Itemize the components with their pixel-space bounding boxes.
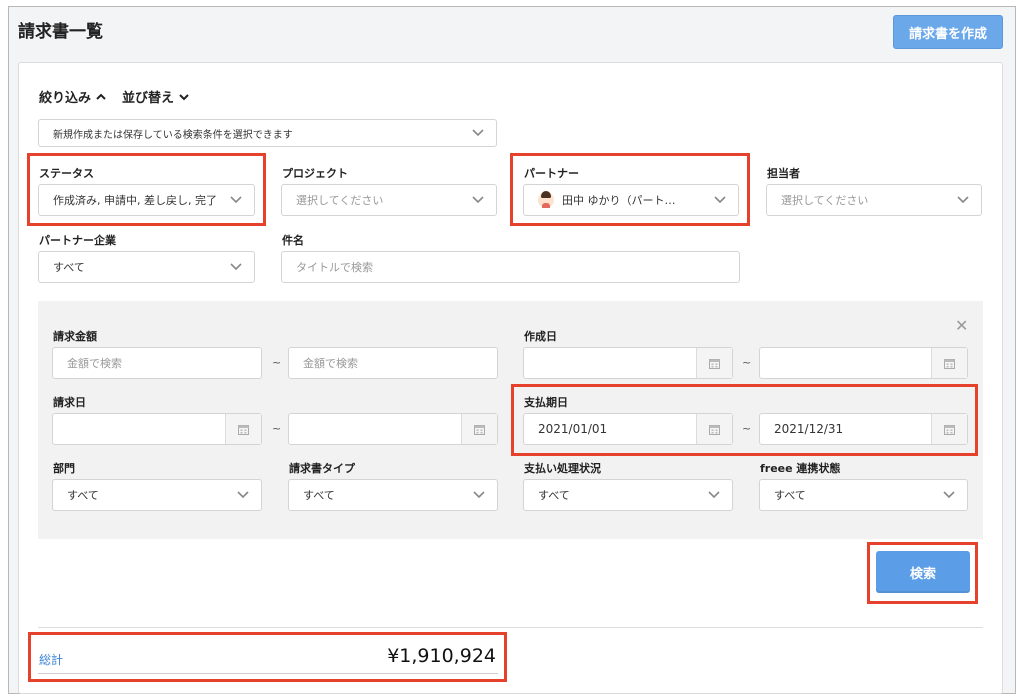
- invoice-date-label: 請求日: [53, 396, 86, 409]
- partner-company-label: パートナー企業: [39, 234, 116, 247]
- divider: [38, 627, 983, 628]
- subject-placeholder: タイトルで検索: [296, 261, 373, 274]
- amount-to-placeholder: 金額で検索: [303, 357, 358, 370]
- close-icon[interactable]: ✕: [955, 316, 968, 335]
- partner-company-value: すべて: [53, 261, 85, 274]
- payment-status-label: 支払い処理状況: [524, 462, 601, 475]
- amount-label: 請求金額: [53, 330, 97, 343]
- search-button[interactable]: 検索: [876, 551, 970, 593]
- due-date-to-value: 2021/12/31: [774, 422, 844, 436]
- chevron-down-icon: [472, 129, 484, 137]
- due-date-from-value: 2021/01/01: [538, 422, 608, 436]
- sort-toggle[interactable]: 並び替え: [122, 87, 190, 106]
- assignee-label: 担当者: [767, 167, 800, 180]
- freee-status-label: freee 連携状態: [760, 462, 841, 475]
- chevron-up-icon: [96, 93, 106, 100]
- chevron-down-icon: [708, 491, 720, 499]
- created-date-label: 作成日: [524, 330, 557, 343]
- calendar-icon[interactable]: [931, 348, 967, 378]
- calendar-icon[interactable]: [931, 414, 967, 444]
- chevron-down-icon: [957, 196, 969, 204]
- subject-label: 件名: [282, 234, 304, 247]
- department-select[interactable]: すべて: [52, 479, 262, 511]
- avatar: [538, 191, 554, 208]
- status-label: ステータス: [39, 167, 94, 180]
- payment-status-value: すべて: [538, 489, 570, 502]
- due-date-from-input[interactable]: 2021/01/01: [523, 413, 733, 445]
- assignee-placeholder: 選択してください: [781, 194, 869, 207]
- range-tilde: ~: [742, 422, 752, 435]
- chevron-down-icon: [230, 196, 242, 204]
- range-tilde: ~: [272, 422, 282, 435]
- due-date-label: 支払期日: [524, 396, 568, 409]
- project-placeholder: 選択してください: [296, 194, 384, 207]
- total-link[interactable]: 総計: [39, 651, 63, 668]
- saved-conditions-text: 新規作成または保存している検索条件を選択できます: [53, 129, 293, 141]
- calendar-icon[interactable]: [461, 414, 497, 444]
- calendar-icon[interactable]: [696, 348, 732, 378]
- calendar-icon[interactable]: [225, 414, 261, 444]
- narrow-toggle[interactable]: 絞り込み: [39, 87, 107, 106]
- total-underline: [38, 673, 498, 674]
- payment-status-select[interactable]: すべて: [523, 479, 733, 511]
- invoice-date-to-input[interactable]: [288, 413, 498, 445]
- chevron-down-icon: [230, 263, 242, 271]
- partner-select[interactable]: 田中 ゆかり（パート…: [523, 184, 739, 216]
- status-value: 作成済み, 申請中, 差し戻し, 完了: [53, 194, 217, 207]
- status-select[interactable]: 作成済み, 申請中, 差し戻し, 完了: [38, 184, 255, 216]
- partner-company-select[interactable]: すべて: [38, 251, 255, 283]
- chevron-down-icon: [943, 491, 955, 499]
- page-title: 請求書一覧: [18, 22, 103, 42]
- department-label: 部門: [53, 462, 75, 475]
- due-date-to-input[interactable]: 2021/12/31: [759, 413, 968, 445]
- department-value: すべて: [67, 489, 99, 502]
- amount-to-input[interactable]: 金額で検索: [288, 347, 498, 379]
- chevron-down-icon: [237, 491, 249, 499]
- amount-from-input[interactable]: 金額で検索: [52, 347, 262, 379]
- partner-label: パートナー: [524, 167, 579, 180]
- chevron-down-icon: [473, 491, 485, 499]
- subject-search-input[interactable]: タイトルで検索: [281, 251, 740, 283]
- invoice-date-from-input[interactable]: [52, 413, 262, 445]
- amount-from-placeholder: 金額で検索: [67, 357, 122, 370]
- created-date-from-input[interactable]: [523, 347, 733, 379]
- create-invoice-button[interactable]: 請求書を作成: [893, 15, 1003, 49]
- created-date-to-input[interactable]: [759, 347, 968, 379]
- range-tilde: ~: [272, 356, 282, 369]
- invoice-type-value: すべて: [303, 489, 335, 502]
- range-tilde: ~: [742, 356, 752, 369]
- chevron-down-icon: [472, 196, 484, 204]
- invoice-type-select[interactable]: すべて: [288, 479, 498, 511]
- freee-status-select[interactable]: すべて: [759, 479, 968, 511]
- assignee-select[interactable]: 選択してください: [766, 184, 982, 216]
- project-label: プロジェクト: [282, 167, 348, 180]
- chevron-down-icon: [714, 196, 726, 204]
- total-amount: ¥1,910,924: [387, 645, 496, 667]
- invoice-type-label: 請求書タイプ: [289, 462, 355, 475]
- calendar-icon[interactable]: [696, 414, 732, 444]
- narrow-toggle-label: 絞り込み: [39, 91, 92, 106]
- chevron-down-icon: [179, 93, 189, 100]
- partner-value: 田中 ゆかり（パート…: [562, 194, 676, 207]
- saved-conditions-select[interactable]: 新規作成または保存している検索条件を選択できます: [38, 119, 497, 147]
- project-select[interactable]: 選択してください: [281, 184, 497, 216]
- freee-status-value: すべて: [774, 489, 806, 502]
- sort-toggle-label: 並び替え: [122, 91, 175, 106]
